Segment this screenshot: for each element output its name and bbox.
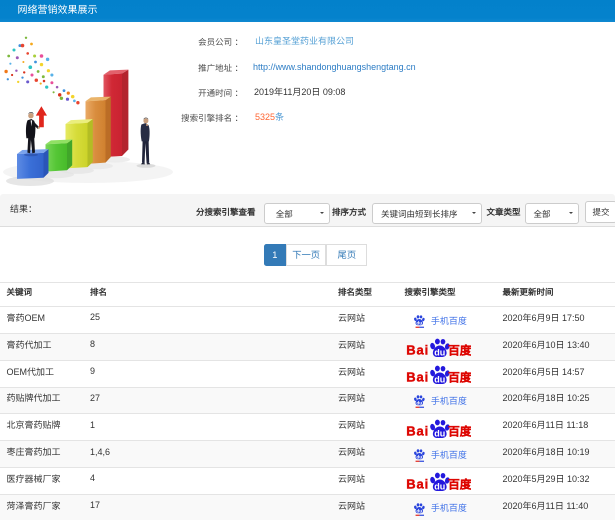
svg-text:Bai: Bai: [406, 343, 429, 358]
svg-text:百度: 百度: [448, 342, 471, 357]
svg-text:du: du: [434, 428, 445, 437]
svg-text:百度: 百度: [448, 422, 471, 437]
svg-text:du: du: [434, 482, 445, 491]
svg-text:百度: 百度: [448, 476, 471, 491]
svg-text:du: du: [416, 320, 422, 326]
svg-text:du: du: [416, 454, 422, 460]
svg-text:du: du: [434, 375, 445, 384]
svg-text:百度: 百度: [448, 369, 471, 384]
svg-text:du: du: [434, 348, 445, 357]
svg-text:Bai: Bai: [406, 423, 429, 438]
svg-text:Bai: Bai: [406, 369, 429, 384]
svg-text:du: du: [416, 508, 422, 514]
svg-text:du: du: [416, 401, 422, 407]
svg-text:Bai: Bai: [406, 477, 429, 492]
